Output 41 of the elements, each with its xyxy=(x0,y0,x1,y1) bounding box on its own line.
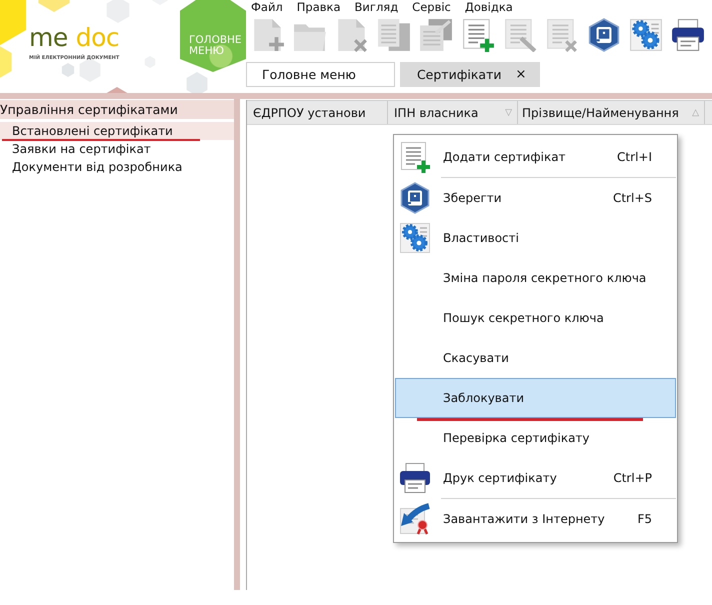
printer-icon xyxy=(399,462,431,494)
menu-item[interactable]: Скасувати xyxy=(395,338,676,378)
menu-bar-item[interactable]: Файл xyxy=(251,0,283,16)
menu-item[interactable]: Зберегти Ctrl+S xyxy=(395,178,676,218)
menu-item[interactable]: Властивості xyxy=(395,218,676,258)
shortcut-text: Ctrl+I xyxy=(617,150,652,164)
shortcut-text: Ctrl+P xyxy=(613,471,652,485)
menu-bar-item[interactable]: Вигляд xyxy=(354,0,398,16)
menu-bar-item[interactable]: Правка xyxy=(296,0,341,16)
shortcut-text: Ctrl+S xyxy=(612,191,652,205)
menu-item[interactable]: Перевірка сертифікату xyxy=(395,418,676,458)
column-header[interactable]: ЄДРПОУ установи xyxy=(247,101,388,124)
save-icon xyxy=(399,182,431,214)
sidebar-item[interactable]: Заявки на сертифікат xyxy=(0,140,234,158)
list-plus-icon[interactable] xyxy=(461,18,495,52)
sidebar-header: Управління сертифікатами xyxy=(0,100,234,119)
menu-item[interactable]: Пошук секретного ключа xyxy=(395,298,676,338)
gears-icon[interactable] xyxy=(629,18,663,52)
menu-bar-item[interactable]: Довідка xyxy=(464,0,513,16)
column-header[interactable]: Прізвище/Найменування △ xyxy=(518,101,705,124)
menu-bar-item[interactable]: Сервіс xyxy=(412,0,451,16)
sort-indicator: △ xyxy=(692,108,699,118)
list-plus-icon xyxy=(399,141,431,173)
shortcut-text: F5 xyxy=(637,512,652,526)
printer-icon[interactable] xyxy=(671,18,705,52)
tab[interactable]: Сертифікати × xyxy=(400,62,540,87)
menu-item[interactable]: Друк сертифікату Ctrl+P xyxy=(395,458,676,498)
sidebar-item[interactable]: Документи від розробника xyxy=(0,158,234,176)
logo-wordmark: me doc xyxy=(29,24,120,52)
menu-item[interactable]: Заблокувати xyxy=(395,378,676,418)
save-icon[interactable] xyxy=(587,18,621,52)
menu-item[interactable]: Зміна пароля секретного ключа xyxy=(395,258,676,298)
tab[interactable]: Головне меню xyxy=(246,62,395,87)
sort-indicator: ▽ xyxy=(505,108,512,118)
menu-item[interactable]: Додати сертифікат Ctrl+I xyxy=(395,137,676,177)
arrow-badge-icon xyxy=(399,503,431,535)
column-header[interactable]: ІПН власника ▽ xyxy=(388,101,518,124)
gears-icon xyxy=(399,222,431,254)
menu-item[interactable]: Завантажити з Інтернету F5 xyxy=(395,499,676,539)
close-button[interactable]: × xyxy=(515,68,526,82)
sidebar-item[interactable]: Встановлені сертифікати xyxy=(0,122,234,140)
